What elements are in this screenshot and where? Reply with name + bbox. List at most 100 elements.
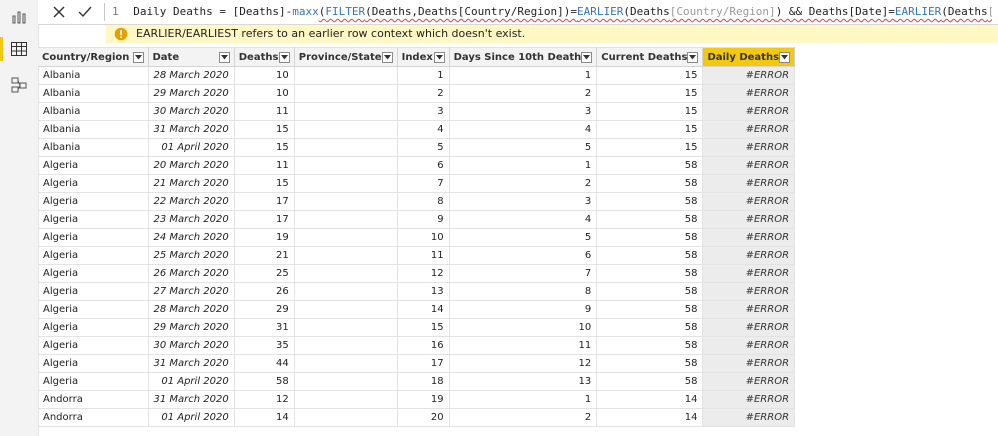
cell-date: 22 March 2020 [148, 192, 235, 211]
table-row[interactable]: Algeria 31 March 2020 44 17 12 58 #ERROR [38, 354, 796, 373]
column-filter-button[interactable] [687, 51, 699, 63]
column-header-date[interactable]: Date [148, 47, 235, 67]
cell-days-since-10th-death: 6 [449, 246, 598, 265]
cell-date: 29 March 2020 [148, 84, 235, 103]
cell-daily-deaths: #ERROR [702, 120, 796, 139]
cell-daily-deaths: #ERROR [702, 138, 796, 157]
column-filter-button[interactable] [278, 51, 290, 63]
cancel-formula-button[interactable] [48, 2, 70, 22]
table-row[interactable]: Algeria 26 March 2020 25 12 7 58 #ERROR [38, 264, 796, 283]
cell-deaths: 10 [234, 66, 295, 85]
table-row[interactable]: Algeria 30 March 2020 35 16 11 58 #ERROR [38, 336, 796, 355]
table-row[interactable]: Algeria 21 March 2020 15 7 2 58 #ERROR [38, 174, 796, 193]
cell-index: 15 [397, 318, 450, 337]
cell-daily-deaths: #ERROR [702, 228, 796, 247]
column-header-daily-deaths[interactable]: Daily Deaths [702, 47, 796, 67]
cell-current-deaths: 58 [596, 228, 704, 247]
cell-daily-deaths: #ERROR [702, 372, 796, 391]
view-rail [0, 0, 39, 436]
cell-daily-deaths: #ERROR [702, 390, 796, 409]
cell-days-since-10th-death: 4 [449, 120, 598, 139]
column-header-label: Days Since 10th Death [453, 51, 582, 63]
cell-country-region: Algeria [38, 210, 149, 229]
cell-index: 5 [397, 138, 450, 157]
cell-date: 01 April 2020 [148, 138, 235, 157]
cell-daily-deaths: #ERROR [702, 84, 796, 103]
cell-country-region: Algeria [38, 354, 149, 373]
cell-days-since-10th-death: 5 [449, 228, 598, 247]
cell-daily-deaths: #ERROR [702, 156, 796, 175]
cell-current-deaths: 58 [596, 156, 704, 175]
chevron-down-icon [781, 54, 789, 59]
cell-deaths: 15 [234, 120, 295, 139]
cell-deaths: 11 [234, 102, 295, 121]
cell-deaths: 26 [234, 282, 295, 301]
cell-date: 01 April 2020 [148, 408, 235, 427]
table-row[interactable]: Albania 01 April 2020 15 5 5 15 #ERROR [38, 138, 796, 157]
table-row[interactable]: Algeria 25 March 2020 21 11 6 58 #ERROR [38, 246, 796, 265]
model-view-button[interactable] [0, 70, 38, 100]
cell-country-region: Albania [38, 66, 149, 85]
column-header-province-state[interactable]: Province/State [294, 47, 398, 67]
data-table: Country/Region Date Deaths Province/State In… [38, 47, 796, 427]
table-row[interactable]: Algeria 28 March 2020 29 14 9 58 #ERROR [38, 300, 796, 319]
cell-province-state [294, 264, 398, 283]
column-filter-button[interactable] [218, 51, 230, 63]
table-row[interactable]: Algeria 27 March 2020 26 13 8 58 #ERROR [38, 282, 796, 301]
table-row[interactable]: Albania 29 March 2020 10 2 2 15 #ERROR [38, 84, 796, 103]
cell-index: 16 [397, 336, 450, 355]
cell-daily-deaths: #ERROR [702, 282, 796, 301]
column-header-current-deaths[interactable]: Current Deaths [596, 47, 704, 67]
column-filter-button[interactable] [779, 51, 791, 63]
table-row[interactable]: Algeria 22 March 2020 17 8 3 58 #ERROR [38, 192, 796, 211]
chevron-down-icon [689, 54, 697, 59]
cell-country-region: Andorra [38, 408, 149, 427]
cell-index: 19 [397, 390, 450, 409]
cell-date: 25 March 2020 [148, 246, 235, 265]
cell-province-state [294, 282, 398, 301]
column-filter-button[interactable] [581, 51, 593, 63]
table-row[interactable]: Albania 28 March 2020 10 1 1 15 #ERROR [38, 66, 796, 85]
table-row[interactable]: Albania 30 March 2020 11 3 3 15 #ERROR [38, 102, 796, 121]
column-filter-button[interactable] [381, 51, 393, 63]
cell-days-since-10th-death: 1 [449, 156, 598, 175]
report-view-button[interactable] [0, 2, 38, 32]
table-row[interactable]: Algeria 29 March 2020 31 15 10 58 #ERROR [38, 318, 796, 337]
cell-index: 20 [397, 408, 450, 427]
formula-token: FILTER [325, 5, 366, 18]
cell-province-state [294, 372, 398, 391]
column-filter-button[interactable] [132, 51, 144, 63]
cell-current-deaths: 15 [596, 138, 704, 157]
column-header-label: Current Deaths [601, 51, 688, 63]
cell-country-region: Algeria [38, 282, 149, 301]
cell-province-state [294, 408, 398, 427]
table-row[interactable]: Algeria 20 March 2020 11 6 1 58 #ERROR [38, 156, 796, 175]
formula-token: EARLIER [894, 5, 942, 18]
formula-editor[interactable]: 1 Daily Deaths = [Deaths]-maxx(FILTER(De… [112, 0, 992, 24]
column-header-deaths[interactable]: Deaths [234, 47, 295, 67]
data-view-button[interactable] [0, 34, 38, 64]
cell-date: 28 March 2020 [148, 300, 235, 319]
cell-current-deaths: 58 [596, 246, 704, 265]
cell-province-state [294, 102, 398, 121]
cell-daily-deaths: #ERROR [702, 318, 796, 337]
cell-days-since-10th-death: 5 [449, 138, 598, 157]
cell-country-region: Algeria [38, 156, 149, 175]
column-header-days-since-10th-death[interactable]: Days Since 10th Death [449, 47, 598, 67]
table-row[interactable]: Algeria 01 April 2020 58 18 13 58 #ERROR [38, 372, 796, 391]
cell-index: 4 [397, 120, 450, 139]
commit-formula-button[interactable] [74, 2, 96, 22]
table-row[interactable]: Algeria 23 March 2020 17 9 4 58 #ERROR [38, 210, 796, 229]
table-row[interactable]: Andorra 31 March 2020 12 19 1 14 #ERROR [38, 390, 796, 409]
warning-icon [114, 27, 128, 41]
cell-deaths: 31 [234, 318, 295, 337]
table-row[interactable]: Albania 31 March 2020 15 4 4 15 #ERROR [38, 120, 796, 139]
column-header-label: Country/Region [42, 51, 130, 63]
column-header-country-region[interactable]: Country/Region [38, 47, 149, 67]
column-header-index[interactable]: Index [397, 47, 450, 67]
chevron-down-icon [134, 54, 142, 59]
table-row[interactable]: Andorra 01 April 2020 14 20 2 14 #ERROR [38, 408, 796, 427]
column-filter-button[interactable] [433, 51, 445, 63]
cell-current-deaths: 14 [596, 390, 704, 409]
table-row[interactable]: Algeria 24 March 2020 19 10 5 58 #ERROR [38, 228, 796, 247]
